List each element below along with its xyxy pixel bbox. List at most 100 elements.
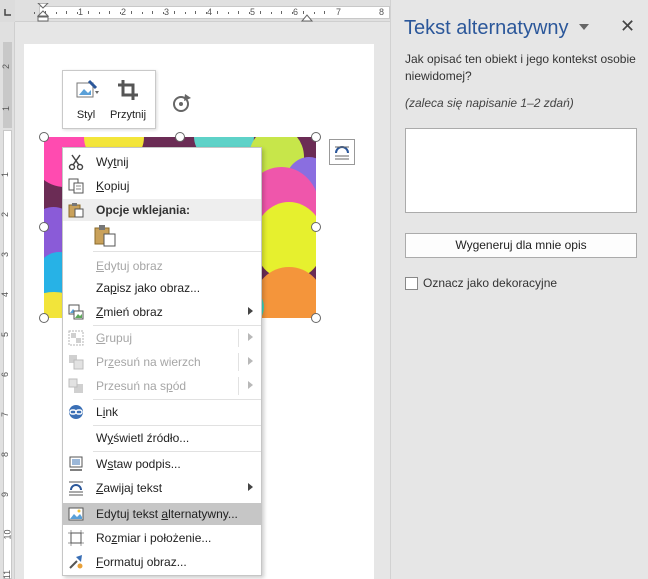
- submenu-arrow-icon: [248, 381, 253, 389]
- wrap-text-icon: [69, 481, 83, 496]
- resize-handle-e[interactable]: [311, 222, 321, 232]
- menu-item-view-source[interactable]: Wyświetl źródło...: [63, 427, 261, 449]
- ruler-tick-label: 1: [1, 105, 12, 112]
- submenu-arrow-icon: [248, 333, 253, 341]
- menu-item-edit-picture[interactable]: Edytuj obraz: [63, 255, 261, 277]
- menu-item-bring-forward-label: Przesuń na wierzch: [96, 355, 201, 369]
- pane-question: Jak opisać ten obiekt i jego kontekst os…: [405, 52, 636, 83]
- ruler-tick-label: 5: [0, 331, 11, 338]
- ruler-tick-label: 7: [336, 7, 342, 17]
- resize-handle-w[interactable]: [39, 222, 49, 232]
- context-menu: Wytnij Kopiuj Opcje wklejania: Edytuj ob…: [62, 147, 262, 576]
- alt-text-icon: [68, 507, 84, 521]
- menu-item-insert-caption[interactable]: Wstaw podpis...: [63, 453, 261, 475]
- menu-item-size-position[interactable]: Rozmiar i położenie...: [63, 527, 261, 549]
- ruler-tick-label: 3: [164, 7, 170, 17]
- menu-item-cut[interactable]: Wytnij: [63, 151, 261, 173]
- vertical-ruler-margin: [3, 42, 12, 128]
- right-indent-marker-icon[interactable]: [301, 12, 313, 22]
- menu-item-edit-alt-text-label: Edytuj tekst alternatywny...: [96, 507, 238, 521]
- layout-options-button[interactable]: [329, 139, 355, 165]
- decorative-checkbox-label: Oznacz jako dekoracyjne: [423, 276, 558, 290]
- style-button[interactable]: Styl: [67, 77, 105, 125]
- ruler-tick-label: 1: [78, 7, 84, 17]
- ruler-tick-label: 7: [0, 411, 11, 418]
- generate-description-button[interactable]: Wygeneruj dla mnie opis: [405, 233, 637, 258]
- ruler-tick-label: 2: [121, 7, 127, 17]
- menu-item-link-label: Link: [96, 405, 119, 419]
- menu-item-change-picture[interactable]: Zmień obraz: [63, 301, 261, 323]
- ruler-tick-label: 8: [379, 7, 385, 17]
- tab-stop-icon[interactable]: [0, 0, 15, 22]
- resize-handle-n[interactable]: [175, 132, 185, 142]
- copy-icon: [68, 178, 84, 194]
- bring-forward-icon: [69, 355, 84, 370]
- scissors-icon: [68, 154, 84, 170]
- menu-item-edit-alt-text[interactable]: Edytuj tekst alternatywny...: [63, 503, 261, 525]
- crop-button-label: Przytnij: [109, 109, 147, 121]
- submenu-arrow-icon: [248, 357, 253, 365]
- ruler-corner: [0, 0, 15, 22]
- menu-item-format-picture[interactable]: Formatuj obraz...: [63, 551, 261, 573]
- menu-item-insert-caption-label: Wstaw podpis...: [96, 457, 181, 471]
- menu-item-copy-label: Kopiuj: [96, 179, 130, 193]
- menu-item-wrap-text[interactable]: Zawijaj tekst: [63, 477, 261, 499]
- horizontal-ruler[interactable]: 1 2 3 4 5 6 7 8: [15, 0, 390, 22]
- change-picture-icon: [68, 304, 84, 320]
- ruler-tick-label: 5: [250, 7, 256, 17]
- vertical-ruler[interactable]: 2 1 1 2 3 4 5 6 7 8 9 10 11: [0, 22, 15, 579]
- menu-item-size-position-label: Rozmiar i położenie...: [96, 531, 212, 545]
- ruler-tick-label: 4: [0, 291, 11, 298]
- picture-mini-toolbar: Styl Przytnij: [62, 70, 156, 129]
- menu-item-send-backward[interactable]: Przesuń na spód: [63, 375, 261, 397]
- format-picture-icon: [69, 555, 83, 569]
- alt-text-pane: Tekst alternatywny ✕ Jak opisać ten obie…: [390, 0, 648, 579]
- layout-options-icon: [335, 146, 349, 160]
- menu-paste-options-header: Opcje wklejania:: [63, 199, 261, 221]
- menu-item-group-label: Grupuj: [96, 331, 133, 345]
- menu-item-group[interactable]: Grupuj: [63, 327, 261, 349]
- menu-item-link[interactable]: Link: [63, 401, 261, 423]
- menu-item-send-backward-label: Przesuń na spód: [96, 379, 187, 393]
- pane-title: Tekst alternatywny: [404, 17, 569, 39]
- ruler-tick-label: 6: [0, 371, 11, 378]
- pane-options-dropdown-icon[interactable]: [579, 24, 589, 30]
- resize-handle-sw[interactable]: [39, 313, 49, 323]
- paste-icon: [68, 203, 84, 218]
- menu-item-wrap-text-label: Zawijaj tekst: [96, 481, 163, 495]
- paste-keep-source-button[interactable]: [93, 224, 117, 248]
- alt-text-input[interactable]: [405, 128, 637, 213]
- decorative-checkbox[interactable]: [405, 277, 418, 290]
- picture-style-icon: [76, 79, 99, 98]
- resize-handle-se[interactable]: [311, 313, 321, 323]
- ruler-tick-label: 2: [0, 211, 11, 218]
- rotate-handle-icon[interactable]: [170, 92, 194, 116]
- crop-icon: [118, 80, 138, 100]
- menu-item-save-as-picture[interactable]: Zapisz jako obraz...: [63, 277, 261, 299]
- paste-picture-icon: [94, 225, 116, 247]
- menu-item-bring-forward[interactable]: Przesuń na wierzch: [63, 351, 261, 373]
- pane-hint: (zaleca się napisanie 1–2 zdań): [405, 96, 574, 110]
- menu-item-edit-picture-label: Edytuj obraz: [96, 259, 163, 273]
- ruler-tick-label: 8: [0, 451, 11, 458]
- caption-icon: [69, 456, 83, 471]
- menu-paste-options-label: Opcje wklejania:: [96, 203, 191, 217]
- menu-item-format-picture-label: Formatuj obraz...: [96, 555, 187, 569]
- menu-item-cut-label: Wytnij: [96, 155, 129, 169]
- vertical-ruler-track: [3, 130, 12, 579]
- ruler-tick-label: 3: [0, 251, 11, 258]
- resize-handle-ne[interactable]: [311, 132, 321, 142]
- ruler-tick-label: 11: [2, 569, 13, 579]
- pane-close-icon[interactable]: ✕: [620, 16, 635, 37]
- ruler-tick-label: 9: [0, 491, 11, 498]
- group-icon: [68, 330, 84, 346]
- ruler-tick-label: 4: [207, 7, 213, 17]
- crop-button[interactable]: Przytnij: [109, 77, 147, 125]
- indent-marker-icon[interactable]: [37, 3, 49, 22]
- resize-handle-nw[interactable]: [39, 132, 49, 142]
- menu-item-save-as-picture-label: Zapisz jako obraz...: [96, 281, 201, 295]
- ruler-tick-label: 6: [293, 7, 299, 17]
- menu-item-copy[interactable]: Kopiuj: [63, 175, 261, 197]
- ruler-tick-label: 10: [2, 529, 13, 540]
- size-position-icon: [68, 530, 84, 546]
